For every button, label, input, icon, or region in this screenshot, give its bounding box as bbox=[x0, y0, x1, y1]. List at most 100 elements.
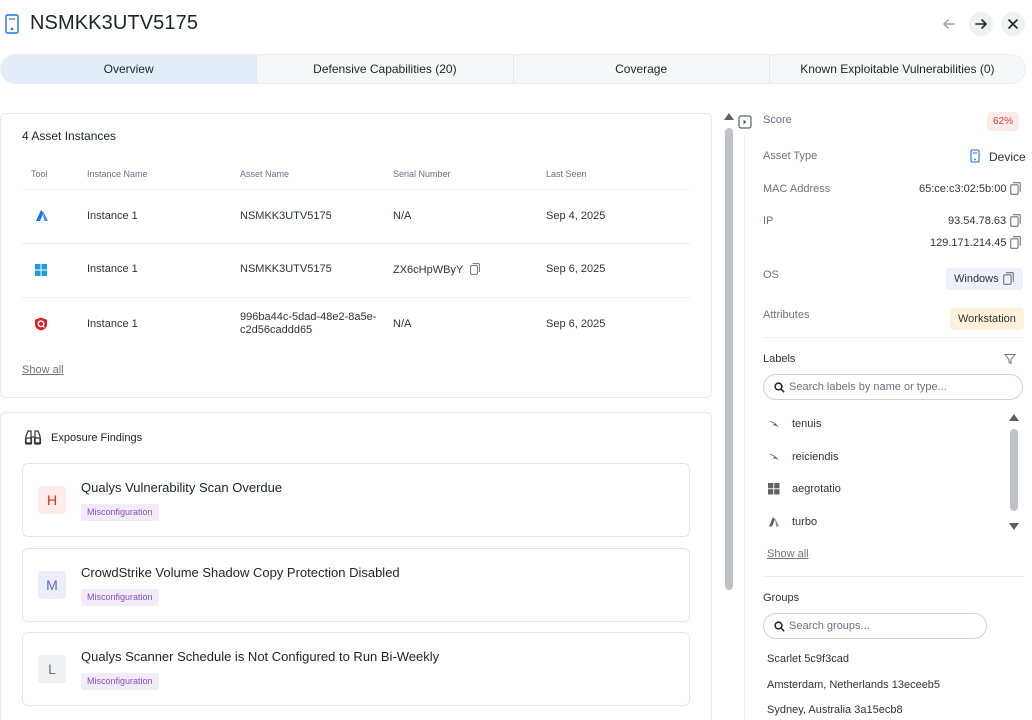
labels-search-input[interactable]: Search labels by name or type... bbox=[763, 374, 1023, 400]
show-all-instances-link[interactable]: Show all bbox=[22, 364, 64, 376]
qualys-icon bbox=[35, 317, 47, 331]
scroll-up-icon[interactable] bbox=[1008, 413, 1020, 422]
serial-number-text: ZX6cHpWByY bbox=[393, 264, 464, 276]
labels-title: Labels bbox=[763, 353, 796, 365]
copy-icon[interactable] bbox=[1010, 236, 1021, 249]
filter-icon[interactable] bbox=[1004, 353, 1016, 365]
labels-search-placeholder: Search labels by name or type... bbox=[789, 381, 947, 393]
serial-number: N/A bbox=[393, 318, 412, 330]
instance-name: Instance 1 bbox=[87, 318, 138, 330]
finding-tag: Misconfiguration bbox=[81, 589, 159, 606]
groups-search-input[interactable]: Search groups... bbox=[763, 613, 987, 639]
ip-value: 93.54.78.63 bbox=[948, 215, 1007, 227]
arrow-left-icon bbox=[943, 19, 955, 29]
column-header-serial-number: Serial Number bbox=[393, 169, 451, 179]
main-scrollbar[interactable] bbox=[725, 128, 733, 590]
asset-name-line: 996ba44c-5dad-48e2-8a5e- bbox=[240, 311, 377, 323]
crowdstrike-icon bbox=[769, 421, 779, 427]
finding-title: CrowdStrike Volume Shadow Copy Protectio… bbox=[81, 565, 400, 580]
tab-known-exploitable-vulnerabilities[interactable]: Known Exploitable Vulnerabilities (0) bbox=[770, 55, 1025, 83]
search-icon bbox=[774, 382, 785, 393]
score-label: Score bbox=[763, 114, 792, 126]
tab-coverage[interactable]: Coverage bbox=[514, 55, 770, 83]
finding-title: Qualys Scanner Schedule is Not Configure… bbox=[81, 649, 440, 664]
azure-icon bbox=[36, 210, 48, 221]
asset-type-value: Device bbox=[989, 150, 1026, 164]
asset-name: NSMKK3UTV5175 bbox=[240, 210, 332, 222]
asset-name: 996ba44c-5dad-48e2-8a5e- c2d56caddd65 bbox=[240, 311, 376, 337]
instance-name: Instance 1 bbox=[87, 263, 138, 275]
attributes-label: Attributes bbox=[763, 309, 810, 321]
label-text: tenuis bbox=[792, 418, 822, 430]
panel-divider bbox=[744, 135, 745, 720]
asset-name-line: c2d56caddd65 bbox=[240, 324, 313, 336]
column-header-tool: Tool bbox=[31, 169, 48, 179]
os-value: Windows bbox=[954, 273, 999, 285]
binoculars-icon bbox=[24, 430, 42, 445]
copy-icon[interactable] bbox=[1010, 182, 1021, 195]
divider bbox=[763, 576, 1024, 577]
serial-number: ZX6cHpWByY bbox=[393, 263, 481, 277]
search-icon bbox=[774, 621, 785, 632]
tab-bar: Overview Defensive Capabilities (20) Cov… bbox=[0, 54, 1026, 84]
last-seen: Sep 6, 2025 bbox=[546, 263, 606, 275]
mac-address-value: 65:ce:c3:02:5b:00 bbox=[919, 183, 1007, 195]
divider bbox=[763, 337, 1024, 338]
labels-scrollbar[interactable] bbox=[1010, 429, 1018, 511]
last-seen: Sep 4, 2025 bbox=[546, 210, 606, 222]
severity-badge: H bbox=[38, 486, 66, 514]
column-header-instance-name: Instance Name bbox=[87, 169, 148, 179]
crowdstrike-icon bbox=[769, 454, 779, 460]
asset-name: NSMKK3UTV5175 bbox=[240, 263, 332, 275]
finding-title: Qualys Vulnerability Scan Overdue bbox=[81, 480, 283, 495]
azure-icon bbox=[769, 517, 779, 527]
os-label: OS bbox=[763, 269, 779, 281]
device-icon bbox=[970, 149, 980, 163]
ip-label: IP bbox=[763, 215, 774, 227]
group-item[interactable]: Scarlet 5c9f3cad bbox=[767, 653, 849, 665]
windows-icon bbox=[35, 264, 47, 276]
label-text: reiciendis bbox=[792, 451, 839, 463]
arrow-right-icon bbox=[975, 19, 987, 29]
last-seen: Sep 6, 2025 bbox=[546, 318, 606, 330]
device-icon bbox=[5, 14, 19, 34]
page-title: NSMKK3UTV5175 bbox=[30, 12, 199, 34]
finding-tag: Misconfiguration bbox=[81, 504, 159, 521]
label-text: aegrotatio bbox=[792, 483, 841, 495]
finding-item[interactable]: M CrowdStrike Volume Shadow Copy Protect… bbox=[22, 548, 690, 622]
asset-instances-title: 4 Asset Instances bbox=[22, 129, 117, 143]
mac-address-label: MAC Address bbox=[763, 183, 831, 195]
tab-defensive-capabilities[interactable]: Defensive Capabilities (20) bbox=[257, 55, 514, 83]
group-item[interactable]: Amsterdam, Netherlands 13eceeb5 bbox=[767, 679, 940, 691]
column-header-asset-name: Asset Name bbox=[240, 169, 290, 179]
copy-icon[interactable] bbox=[1010, 214, 1021, 227]
group-item[interactable]: Sydney, Australia 3a15ecb8 bbox=[767, 704, 903, 716]
finding-item[interactable]: L Qualys Scanner Schedule is Not Configu… bbox=[22, 632, 690, 706]
serial-number: N/A bbox=[393, 210, 412, 222]
collapse-panel-icon[interactable] bbox=[738, 115, 752, 129]
copy-icon[interactable] bbox=[470, 263, 481, 275]
groups-search-placeholder: Search groups... bbox=[789, 620, 870, 632]
copy-icon[interactable] bbox=[1003, 272, 1014, 285]
os-chip: Windows bbox=[946, 268, 1023, 290]
header: NSMKK3UTV5175 bbox=[0, 0, 1032, 50]
back-button[interactable] bbox=[937, 12, 961, 36]
windows-icon bbox=[768, 483, 780, 495]
score-badge: 62% bbox=[987, 112, 1020, 131]
scroll-down-icon[interactable] bbox=[1008, 522, 1020, 531]
severity-badge: L bbox=[38, 655, 66, 683]
close-icon bbox=[1008, 19, 1018, 29]
severity-badge: M bbox=[38, 571, 66, 599]
label-text: turbo bbox=[792, 516, 818, 528]
attribute-chip: Workstation bbox=[950, 308, 1024, 330]
forward-button[interactable] bbox=[969, 12, 993, 36]
finding-item[interactable]: H Qualys Vulnerability Scan Overdue Misc… bbox=[22, 463, 690, 537]
asset-type-label: Asset Type bbox=[763, 150, 818, 162]
tab-overview[interactable]: Overview bbox=[1, 55, 258, 83]
finding-tag: Misconfiguration bbox=[81, 673, 159, 690]
scroll-up-icon[interactable] bbox=[723, 111, 735, 121]
close-button[interactable] bbox=[1001, 12, 1025, 36]
show-all-labels-link[interactable]: Show all bbox=[767, 548, 809, 560]
ip-value: 129.171.214.45 bbox=[930, 237, 1007, 249]
groups-title: Groups bbox=[763, 592, 800, 604]
